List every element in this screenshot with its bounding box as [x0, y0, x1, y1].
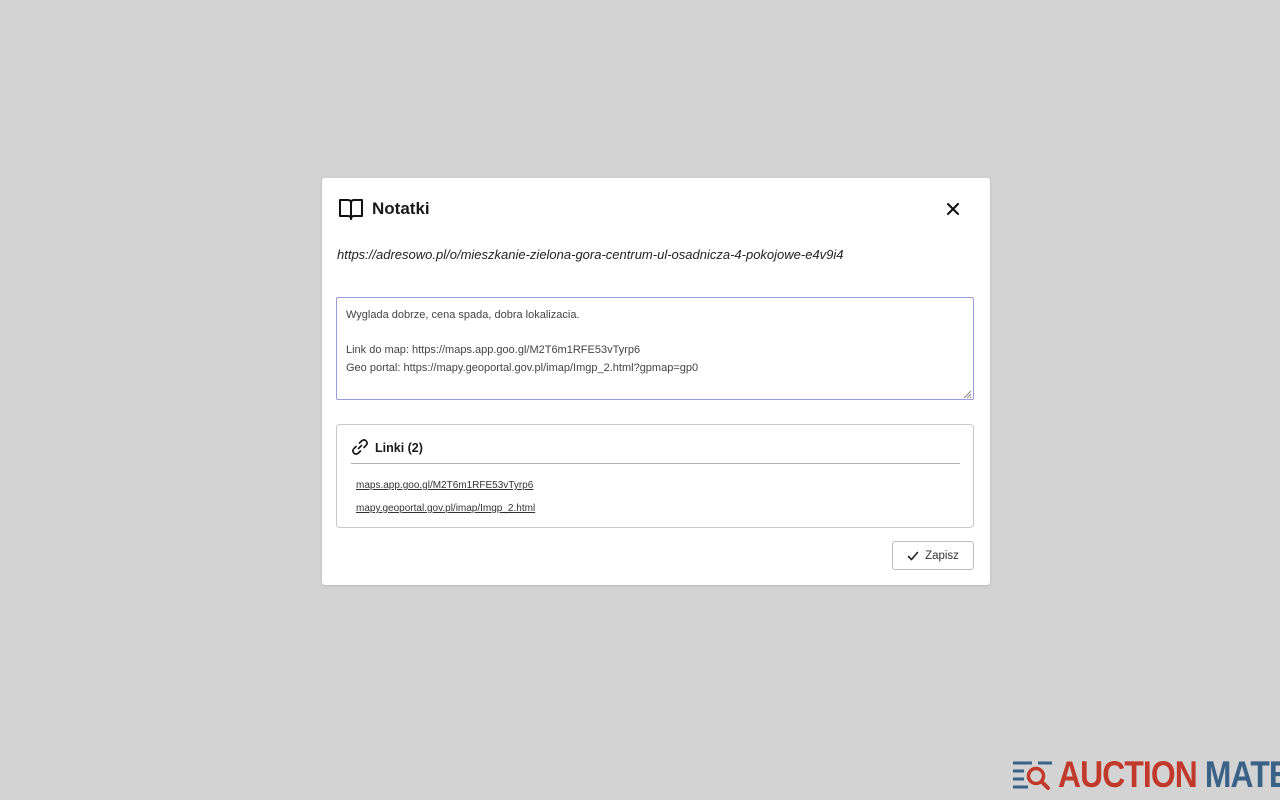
magnifier-list-icon [1012, 758, 1054, 792]
notes-line: Link do map: https://maps.app.goo.gl/M2T… [346, 344, 641, 356]
link-item-geoportal[interactable]: mapy.geoportal.gov.pl/imap/Imgp_2.html [356, 503, 535, 514]
resize-handle-icon[interactable] [962, 388, 972, 399]
notes-textarea[interactable]: Wyglada dobrze, cena spada, dobra lokali… [336, 297, 974, 400]
links-header: Linki (2) [351, 438, 960, 464]
save-button[interactable]: Zapisz [892, 541, 974, 570]
check-icon [907, 550, 919, 562]
link-icon [351, 438, 369, 456]
listing-url: https://adresowo.pl/o/mieszkanie-zielona… [337, 247, 844, 262]
notes-line: Wyglada dobrze, cena spada, dobra lokali… [346, 309, 580, 321]
brand-logo: AUCTION MATE [1012, 753, 1280, 797]
close-icon [947, 203, 959, 215]
brand-word-mate: MATE [1204, 754, 1280, 795]
link-item-maps[interactable]: maps.app.goo.gl/M2T6m1RFE53vTyrp6 [356, 480, 533, 491]
close-button[interactable] [942, 198, 964, 220]
notes-line [346, 325, 964, 343]
save-button-label: Zapisz [925, 549, 959, 562]
dialog-header: Notatki [338, 196, 970, 222]
notes-line: Geo portal: https://mapy.geoportal.gov.p… [346, 361, 699, 374]
notes-dialog: Notatki https://adresowo.pl/o/mieszkanie… [322, 178, 990, 585]
links-panel: Linki (2) maps.app.goo.gl/M2T6m1RFE53vTy… [336, 424, 974, 528]
links-title: Linki (2) [375, 441, 423, 455]
brand-word-auction: AUCTION [1058, 754, 1198, 795]
dialog-title: Notatki [372, 199, 430, 218]
book-open-icon [338, 196, 364, 222]
brand-name: AUCTION MATE [1058, 753, 1280, 797]
